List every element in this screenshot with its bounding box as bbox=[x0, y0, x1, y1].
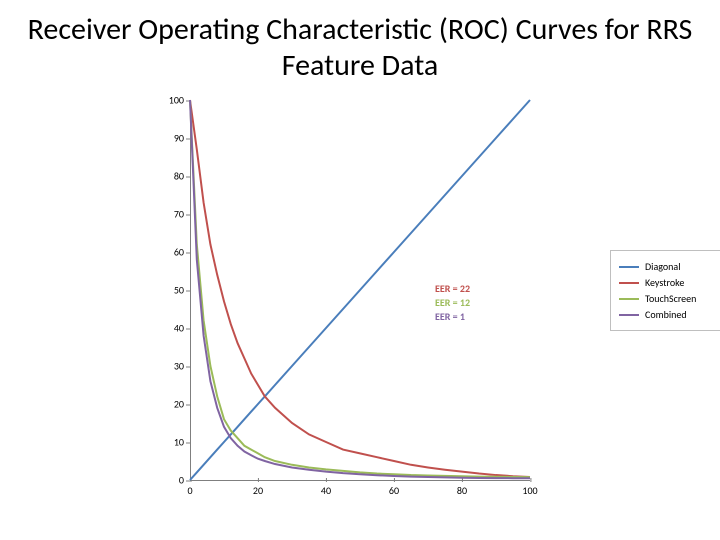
eer-keystroke: EER = 22 bbox=[435, 282, 470, 295]
y-tick: 30 bbox=[154, 360, 184, 373]
legend-item-keystroke: Keystroke bbox=[619, 276, 720, 289]
legend-item-touchscreen: TouchScreen bbox=[619, 292, 720, 305]
roc-curves bbox=[190, 100, 530, 480]
y-tick: 10 bbox=[154, 436, 184, 449]
y-tick: 40 bbox=[154, 322, 184, 335]
eer-combined: EER = 1 bbox=[435, 310, 465, 323]
legend-label: Combined bbox=[645, 308, 687, 321]
x-axis bbox=[190, 480, 530, 481]
legend-swatch bbox=[619, 282, 639, 284]
legend-item-diagonal: Diagonal bbox=[619, 260, 720, 273]
y-tick: 80 bbox=[154, 170, 184, 183]
y-tick: 60 bbox=[154, 246, 184, 259]
x-tick: 40 bbox=[321, 484, 331, 497]
x-tick: 20 bbox=[253, 484, 263, 497]
x-tick: 0 bbox=[187, 484, 192, 497]
y-tick: 0 bbox=[154, 474, 184, 487]
y-tick: 20 bbox=[154, 398, 184, 411]
y-tick: 90 bbox=[154, 132, 184, 145]
series-diagonal bbox=[190, 100, 530, 480]
legend-label: Diagonal bbox=[645, 260, 681, 273]
legend: Diagonal Keystroke TouchScreen Combined bbox=[610, 250, 720, 331]
legend-label: TouchScreen bbox=[645, 292, 696, 305]
y-tick: 100 bbox=[154, 94, 184, 107]
legend-item-combined: Combined bbox=[619, 308, 720, 321]
eer-touchscreen: EER = 12 bbox=[435, 296, 470, 309]
legend-label: Keystroke bbox=[645, 276, 684, 289]
y-tick: 70 bbox=[154, 208, 184, 221]
roc-chart: 0 10 20 30 40 50 60 70 80 90 100 0 20 40… bbox=[150, 100, 690, 510]
x-tick: 80 bbox=[457, 484, 467, 497]
y-tick: 50 bbox=[154, 284, 184, 297]
x-tick: 100 bbox=[522, 484, 537, 497]
legend-swatch bbox=[619, 314, 639, 316]
page-title: Receiver Operating Characteristic (ROC) … bbox=[0, 12, 720, 84]
legend-swatch bbox=[619, 298, 639, 300]
x-tick: 60 bbox=[389, 484, 399, 497]
legend-swatch bbox=[619, 266, 639, 268]
